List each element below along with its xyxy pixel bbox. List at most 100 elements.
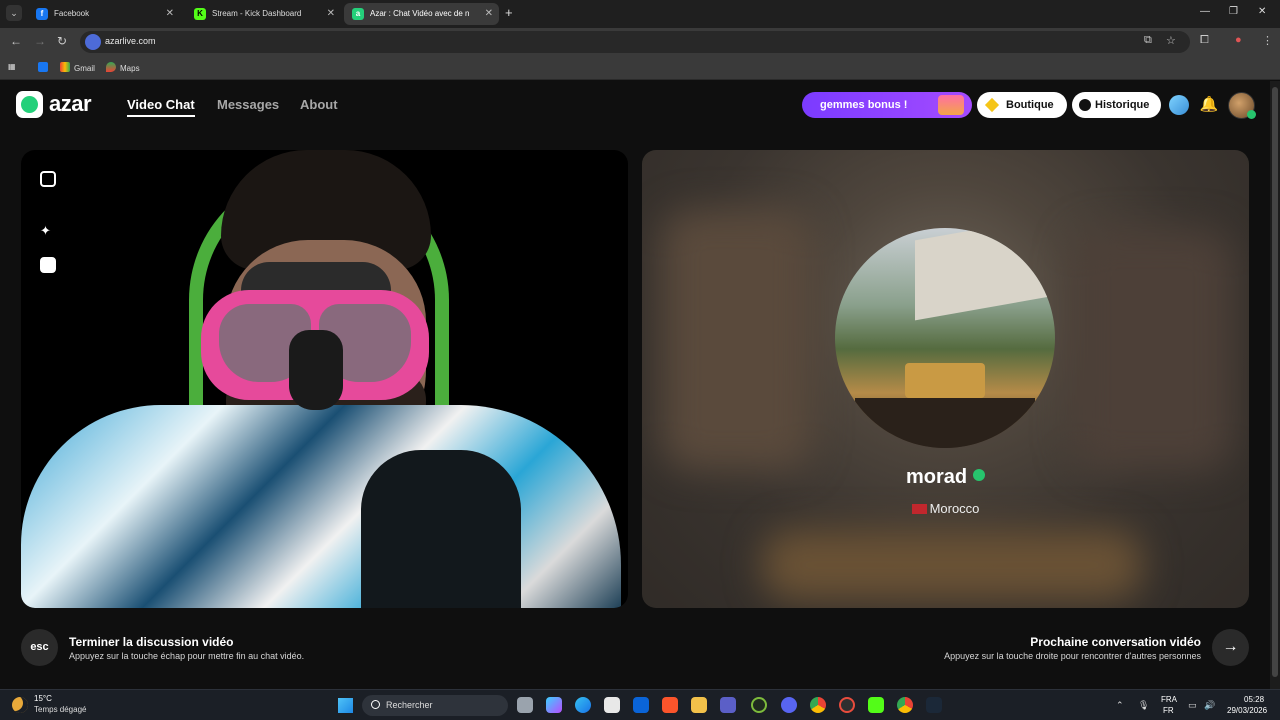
taskbar-search[interactable]: Rechercher bbox=[362, 695, 508, 716]
network-icon[interactable]: ▭ bbox=[1188, 700, 1197, 711]
chrome-icon[interactable] bbox=[810, 697, 826, 713]
browser-toolbar: ← → ↻ azarlive.com ⧉ ☆ ⧠ ● ⋮ bbox=[0, 28, 1280, 56]
gems-label: gemmes bonus ! bbox=[820, 99, 908, 111]
extensions-icon[interactable]: ⧠ bbox=[1200, 34, 1209, 47]
morocco-flag-icon bbox=[911, 504, 927, 514]
task-view-icon[interactable] bbox=[517, 697, 533, 713]
obs-icon[interactable] bbox=[839, 697, 855, 713]
bookmark-maps[interactable]: Maps bbox=[106, 62, 140, 73]
photo-roof bbox=[915, 228, 1055, 321]
nav-video-chat[interactable]: Video Chat bbox=[127, 97, 195, 117]
end-chat-subtitle: Appuyez sur la touche échap pour mettre … bbox=[69, 651, 305, 661]
tab-kick[interactable]: K Stream - Kick Dashboard ✕ bbox=[186, 3, 341, 25]
browser-menu-icon[interactable]: ⋮ bbox=[1262, 34, 1273, 47]
next-chat-button[interactable]: → bbox=[1212, 629, 1249, 666]
partner-video-panel: morad Morocco bbox=[642, 150, 1249, 608]
microphone-icon[interactable]: 🎙 bbox=[1138, 700, 1149, 711]
profile-icon[interactable]: ● bbox=[1235, 34, 1242, 46]
tab-label: Facebook bbox=[54, 9, 90, 18]
weather-description[interactable]: Temps dégagé bbox=[34, 705, 86, 714]
tab-search-icon[interactable]: ⌄ bbox=[6, 5, 22, 21]
apps-grid-icon[interactable]: ▦ bbox=[8, 62, 16, 71]
back-icon[interactable]: ← bbox=[10, 34, 22, 48]
bookmark-star-icon[interactable]: ☆ bbox=[1166, 34, 1176, 47]
tab-azar[interactable]: a Azar : Chat Vidéo avec de n ✕ bbox=[344, 3, 499, 25]
site-info-icon[interactable] bbox=[85, 34, 101, 50]
next-chat-title: Prochaine conversation vidéo bbox=[1030, 635, 1201, 649]
edge-icon[interactable] bbox=[575, 697, 591, 713]
steam-icon[interactable] bbox=[926, 697, 942, 713]
bookmark-gmail[interactable]: Gmail bbox=[60, 62, 95, 73]
volume-icon[interactable]: 🔊 bbox=[1204, 700, 1215, 711]
azar-app: azar Video Chat Messages About gemmes bo… bbox=[0, 81, 1270, 707]
install-app-icon[interactable]: ⧉ bbox=[1144, 34, 1152, 47]
minimize-icon[interactable]: — bbox=[1200, 6, 1210, 17]
end-chat-title: Terminer la discussion vidéo bbox=[69, 635, 234, 649]
brave-icon[interactable] bbox=[662, 697, 678, 713]
weather-temperature[interactable]: 15°C bbox=[34, 694, 52, 703]
facebook-icon: f bbox=[36, 8, 48, 20]
reload-icon[interactable]: ↻ bbox=[57, 34, 67, 48]
game-app-icon[interactable] bbox=[751, 697, 767, 713]
clock-date[interactable]: 29/03/2026 bbox=[1227, 706, 1267, 715]
azar-logo-icon bbox=[16, 91, 43, 118]
close-icon[interactable]: ✕ bbox=[166, 3, 174, 25]
self-video-shirt bbox=[21, 405, 621, 608]
copilot-icon[interactable] bbox=[546, 697, 562, 713]
scrollbar-thumb[interactable] bbox=[1272, 87, 1278, 677]
nav-about[interactable]: About bbox=[300, 97, 338, 112]
close-icon[interactable]: ✕ bbox=[485, 3, 493, 25]
esc-button[interactable]: esc bbox=[21, 629, 58, 666]
boutique-button[interactable]: Boutique bbox=[977, 92, 1067, 118]
chrome-profile-icon[interactable] bbox=[897, 697, 913, 713]
kick-app-icon[interactable] bbox=[868, 697, 884, 713]
blurred-background bbox=[1072, 230, 1232, 470]
partner-name-text: morad bbox=[905, 466, 968, 488]
store-icon[interactable] bbox=[604, 697, 620, 713]
user-avatar[interactable] bbox=[1228, 92, 1256, 119]
forward-icon[interactable]: → bbox=[34, 34, 46, 48]
language-code[interactable]: FRA bbox=[1161, 695, 1177, 704]
nav-messages[interactable]: Messages bbox=[217, 97, 279, 112]
facebook-icon bbox=[38, 62, 48, 72]
page-scrollbar[interactable] bbox=[1270, 81, 1280, 689]
file-explorer-icon[interactable] bbox=[691, 697, 707, 713]
moon-weather-icon[interactable] bbox=[12, 697, 28, 713]
browser-tab-strip: ⌄ f Facebook ✕ K Stream - Kick Dashboard… bbox=[0, 0, 1280, 28]
outlook-icon[interactable] bbox=[633, 697, 649, 713]
discord-icon[interactable] bbox=[781, 697, 797, 713]
minimize-view-icon[interactable] bbox=[40, 171, 56, 187]
boutique-label: Boutique bbox=[1006, 99, 1054, 111]
show-hidden-icons-icon[interactable]: ⌃ bbox=[1116, 700, 1124, 711]
photo-tables bbox=[855, 398, 1035, 448]
bookmark-facebook[interactable] bbox=[38, 62, 52, 73]
magic-wand-icon[interactable]: ✦ bbox=[40, 223, 56, 239]
treasure-chest-icon bbox=[938, 95, 964, 115]
bookmark-label: Gmail bbox=[74, 64, 95, 73]
bell-icon[interactable]: 🔔 bbox=[1199, 95, 1219, 115]
close-icon[interactable]: ✕ bbox=[327, 3, 335, 25]
clock-icon bbox=[1079, 99, 1091, 111]
next-chat-subtitle: Appuyez sur la touche droite pour rencon… bbox=[944, 651, 1201, 661]
azar-logo[interactable]: azar bbox=[16, 91, 104, 119]
historique-label: Historique bbox=[1095, 99, 1150, 111]
address-bar[interactable]: azarlive.com bbox=[80, 31, 1190, 53]
face-filter-icon[interactable] bbox=[40, 257, 56, 273]
partner-profile-photo bbox=[835, 228, 1055, 448]
keyboard-layout[interactable]: FR bbox=[1163, 706, 1174, 715]
window-close-icon[interactable]: ✕ bbox=[1258, 6, 1266, 17]
historique-button[interactable]: Historique bbox=[1072, 92, 1161, 118]
blurred-background bbox=[762, 530, 1142, 600]
windows-start-icon[interactable] bbox=[338, 698, 353, 713]
chat-bubble-icon[interactable] bbox=[1169, 95, 1189, 115]
new-tab-button[interactable]: + bbox=[505, 5, 513, 20]
gems-bonus-button[interactable]: gemmes bonus ! bbox=[802, 92, 972, 118]
tab-facebook[interactable]: f Facebook ✕ bbox=[28, 3, 180, 25]
bookmarks-bar: ▦ Gmail Maps bbox=[0, 56, 1280, 80]
maps-icon bbox=[106, 62, 116, 72]
restore-icon[interactable]: ❐ bbox=[1229, 6, 1238, 17]
url-text: azarlive.com bbox=[105, 36, 156, 46]
teams-icon[interactable] bbox=[720, 697, 736, 713]
clock-time[interactable]: 05:28 bbox=[1244, 695, 1264, 704]
logo-text: azar bbox=[49, 91, 92, 116]
